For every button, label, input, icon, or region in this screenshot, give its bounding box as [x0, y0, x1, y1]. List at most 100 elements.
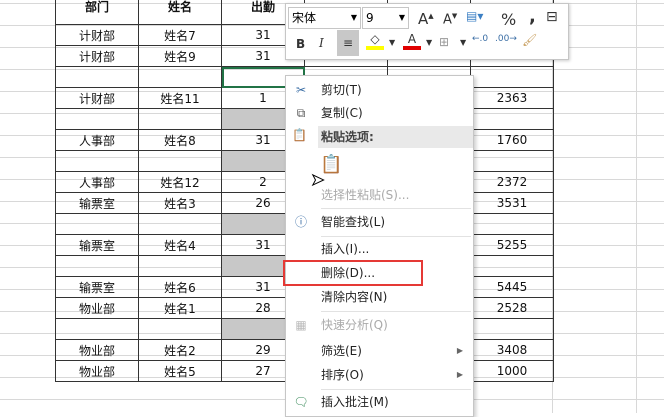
- cell-f[interactable]: 2528: [470, 297, 554, 319]
- mini-toolbar: 宋体 ▼ 9 ▼ A▲ A▼ ▤▾ % , ⊟ B I ≡ ◇ ▼ A ▼ ⊞ ▼ …: [285, 3, 569, 60]
- decrease-decimal-icon[interactable]: .00→: [495, 34, 517, 44]
- cell-name[interactable]: [138, 150, 222, 172]
- cell-name[interactable]: 姓名8: [138, 129, 222, 151]
- font-name-select[interactable]: 宋体 ▼: [288, 7, 361, 29]
- cell-name[interactable]: 姓名11: [138, 87, 222, 109]
- separator: [321, 311, 471, 312]
- cell-dept[interactable]: [55, 255, 139, 277]
- cell-name[interactable]: 姓名6: [138, 276, 222, 298]
- cell-dept[interactable]: 输票室: [55, 276, 139, 298]
- cell-f[interactable]: [470, 318, 554, 340]
- menu-item-copy[interactable]: ⧉ 复制(C): [286, 102, 473, 124]
- number-format-icon[interactable]: ▤▾: [466, 9, 483, 23]
- menu-item-smart-lookup[interactable]: ⓘ 智能查找(L): [286, 211, 473, 233]
- cell-name[interactable]: [138, 318, 222, 340]
- cell-name[interactable]: 姓名12: [138, 171, 222, 193]
- header-dept[interactable]: 部门: [55, 0, 139, 25]
- cell-dept[interactable]: [55, 150, 139, 172]
- chevron-down-icon[interactable]: ▼: [426, 38, 432, 47]
- cell-dept[interactable]: 人事部: [55, 171, 139, 193]
- cell-dept[interactable]: [55, 213, 139, 235]
- copy-icon: ⧉: [296, 106, 306, 120]
- chevron-down-icon: ▼: [398, 13, 405, 22]
- paste-options-header: 粘贴选项:: [318, 126, 473, 148]
- cell-f[interactable]: 3531: [470, 192, 554, 214]
- menu-item-insert-comment[interactable]: 🗨 插入批注(M): [286, 391, 473, 413]
- separator: [321, 236, 471, 237]
- cell-f[interactable]: 1000: [470, 360, 554, 382]
- font-size-value: 9: [366, 11, 374, 25]
- italic-button[interactable]: I: [319, 36, 324, 50]
- menu-item-quick-analysis[interactable]: ▦ 快速分析(Q): [286, 314, 473, 336]
- cell-dept[interactable]: [55, 108, 139, 130]
- gridline: [636, 0, 637, 413]
- menu-item-sort[interactable]: 排序(O) ▶: [286, 364, 473, 386]
- increase-decimal-icon[interactable]: ←.0: [472, 34, 488, 44]
- scissors-icon: ✂: [295, 83, 307, 97]
- menu-item-filter[interactable]: 筛选(E) ▶: [286, 340, 473, 362]
- cell-name[interactable]: 姓名5: [138, 360, 222, 382]
- cell-name[interactable]: 姓名9: [138, 45, 222, 67]
- align-center-icon[interactable]: ≡: [337, 30, 359, 56]
- chevron-down-icon[interactable]: ▼: [389, 38, 395, 47]
- cell-name[interactable]: [138, 255, 222, 277]
- cell-dept[interactable]: 物业部: [55, 360, 139, 382]
- cell-f[interactable]: 1760: [470, 129, 554, 151]
- cell-dept[interactable]: 人事部: [55, 129, 139, 151]
- cell-f[interactable]: [470, 255, 554, 277]
- cell-name[interactable]: 姓名1: [138, 297, 222, 319]
- font-name-value: 宋体: [292, 11, 317, 25]
- chevron-down-icon[interactable]: ▼: [460, 38, 466, 47]
- cell-f[interactable]: [470, 213, 554, 235]
- cell-name[interactable]: 姓名2: [138, 339, 222, 361]
- fill-color-icon[interactable]: ◇: [366, 32, 384, 50]
- context-menu: ✂ 剪切(T) ⧉ 复制(C) 粘贴选项: 📋 📋 选择性粘贴(S)... ⓘ 智能查…: [285, 75, 474, 417]
- cell-f[interactable]: 2372: [470, 171, 554, 193]
- smart-lookup-icon: ⓘ: [294, 215, 307, 229]
- font-size-select[interactable]: 9 ▼: [362, 7, 409, 29]
- cell-dept[interactable]: 输票室: [55, 192, 139, 214]
- decrease-font-icon[interactable]: A▼: [443, 12, 457, 27]
- quick-analysis-icon: ▦: [295, 318, 307, 332]
- menu-item-cut[interactable]: ✂ 剪切(T): [286, 79, 473, 101]
- cell-name[interactable]: 姓名4: [138, 234, 222, 256]
- bold-button[interactable]: B: [296, 37, 305, 51]
- menu-item-insert[interactable]: 插入(I)...: [286, 238, 473, 260]
- highlight-box: [283, 260, 423, 286]
- submenu-arrow-icon: ▶: [456, 370, 463, 379]
- cell-name[interactable]: 姓名3: [138, 192, 222, 214]
- cell-dept[interactable]: 计财部: [55, 24, 139, 46]
- percent-button[interactable]: %: [501, 10, 516, 29]
- cell-name[interactable]: [138, 213, 222, 235]
- cell-f[interactable]: 2363: [470, 87, 554, 109]
- mouse-cursor-icon: ➤: [310, 170, 325, 190]
- cell-f[interactable]: [470, 108, 554, 130]
- cell-f[interactable]: [470, 150, 554, 172]
- cell-name[interactable]: 姓名7: [138, 24, 222, 46]
- menu-item-clear-contents[interactable]: 清除内容(N): [286, 286, 473, 308]
- font-color-icon[interactable]: A: [403, 32, 421, 50]
- cell-dept[interactable]: [55, 318, 139, 340]
- format-painter-icon[interactable]: 🖌: [522, 33, 537, 47]
- cell-dept[interactable]: 物业部: [55, 339, 139, 361]
- cell-dept[interactable]: 计财部: [55, 45, 139, 67]
- cell-dept[interactable]: 输票室: [55, 234, 139, 256]
- separator: [321, 208, 471, 209]
- cell-dept[interactable]: 计财部: [55, 87, 139, 109]
- cell-f[interactable]: 3408: [470, 339, 554, 361]
- cell-f[interactable]: [470, 66, 554, 88]
- paste-icon: 📋: [292, 128, 307, 142]
- format-cells-icon[interactable]: ⊟: [546, 9, 558, 25]
- cell-f[interactable]: 5255: [470, 234, 554, 256]
- cell-name[interactable]: [138, 108, 222, 130]
- increase-font-icon[interactable]: A▲: [418, 10, 434, 28]
- cell-dept[interactable]: [55, 66, 139, 88]
- chevron-down-icon: ▼: [350, 13, 357, 22]
- borders-icon[interactable]: ⊞: [439, 35, 449, 49]
- cell-dept[interactable]: 物业部: [55, 297, 139, 319]
- cell-f[interactable]: 5445: [470, 276, 554, 298]
- comma-button[interactable]: ,: [529, 6, 536, 27]
- cell-name[interactable]: [138, 66, 222, 88]
- comment-icon: 🗨: [293, 395, 309, 409]
- header-name[interactable]: 姓名: [138, 0, 222, 25]
